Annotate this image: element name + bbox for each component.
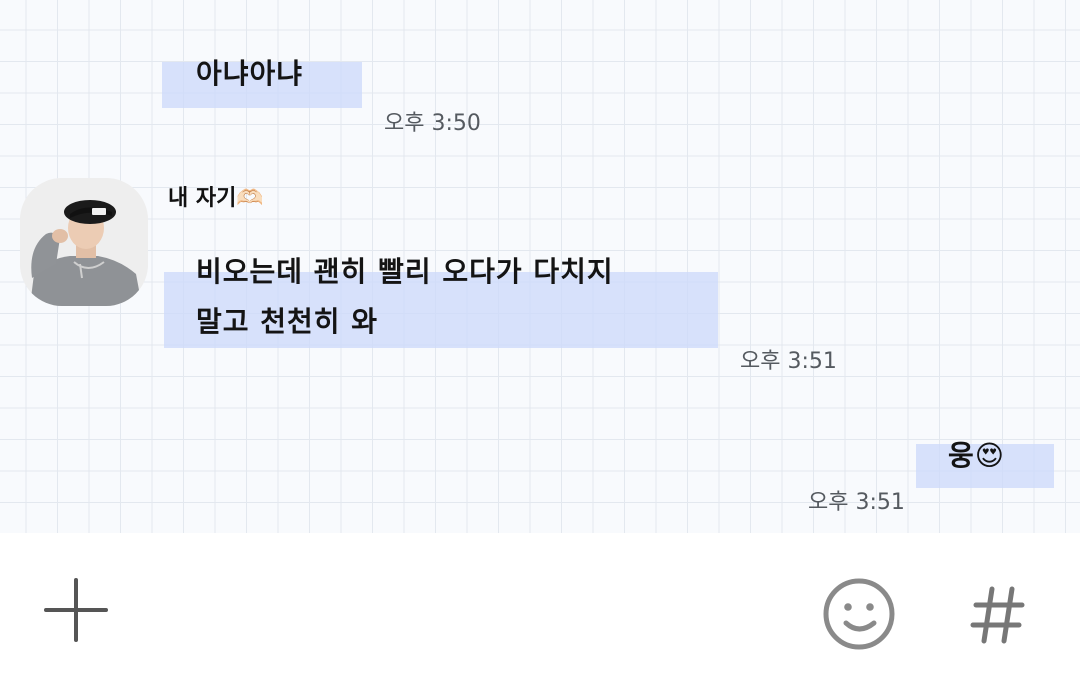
smiley-icon[interactable] <box>822 577 896 651</box>
profile-photo <box>20 178 148 306</box>
message-bubble[interactable]: 말고 천천히 와 <box>196 300 378 344</box>
message-bubble[interactable]: 웅😍 <box>948 434 1005 478</box>
message-timestamp: 오후 3:51 <box>740 349 837 374</box>
message-bubble[interactable]: 아냐아냐 <box>196 52 303 96</box>
message-timestamp: 오후 3:50 <box>384 111 481 136</box>
plus-icon[interactable] <box>44 578 108 642</box>
message-timestamp: 오후 3:51 <box>808 490 905 515</box>
chat-area[interactable]: 아냐아냐 오후 3:50 내 자기🫶🏻 비오는데 괜히 빨리 오다가 다치지 말 <box>0 0 1080 533</box>
sender-name: 내 자기🫶🏻 <box>168 186 264 211</box>
hashtag-icon[interactable] <box>968 585 1028 645</box>
input-bar <box>0 533 1080 694</box>
message-bubble[interactable]: 비오는데 괜히 빨리 오다가 다치지 <box>196 250 614 294</box>
avatar[interactable] <box>20 178 148 306</box>
